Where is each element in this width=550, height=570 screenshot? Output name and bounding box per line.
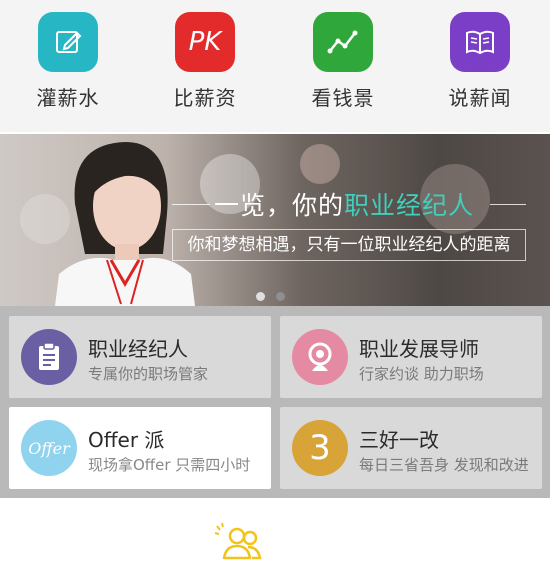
edit-icon	[38, 12, 98, 72]
mentor-icon	[292, 329, 348, 385]
card-subtitle: 现场拿Offer 只需四小时	[88, 456, 251, 474]
nav-label: 说薪闻	[448, 86, 512, 110]
carousel-dot[interactable]	[276, 292, 285, 301]
clipboard-icon	[21, 329, 77, 385]
card-career-mentor[interactable]: 职业发展导师 行家约谈 助力职场	[280, 316, 542, 398]
nav-label: 比薪资	[173, 86, 237, 110]
community-icon[interactable]	[214, 522, 266, 566]
nav-label: 灌薪水	[36, 86, 100, 110]
banner-subline: 你和梦想相遇，只有一位职业经纪人的距离	[172, 229, 526, 261]
offer-icon: Offer	[21, 420, 77, 476]
bottom-bar	[0, 498, 550, 570]
card-title: 三好一改	[359, 428, 439, 452]
person-photo	[55, 142, 195, 306]
card-offer[interactable]: Offer Offer 派 现场拿Offer 只需四小时	[9, 407, 271, 489]
carousel-dot-active[interactable]	[256, 292, 265, 301]
carousel-dots	[256, 286, 296, 305]
nav-item-salary-news[interactable]: 说薪闻	[425, 12, 535, 111]
card-subtitle: 每日三省吾身 发现和改进	[359, 456, 529, 474]
trend-chart-icon	[313, 12, 373, 72]
nav-item-compare-salary[interactable]: PK 比薪资	[150, 12, 260, 111]
card-title: 职业经纪人	[88, 337, 188, 361]
card-three-goods[interactable]: 3 三好一改 每日三省吾身 发现和改进	[280, 407, 542, 489]
card-subtitle: 行家约谈 助力职场	[359, 365, 484, 383]
headline-prefix: 一览，你的	[214, 191, 345, 220]
card-title: 职业发展导师	[359, 337, 479, 361]
card-title: Offer 派	[88, 428, 165, 452]
card-career-agent[interactable]: 职业经纪人 专属你的职场管家	[9, 316, 271, 398]
headline-rule-right	[490, 204, 526, 205]
quick-nav: 灌薪水 PK 比薪资 看钱景 说薪闻	[0, 0, 550, 132]
headline-highlight: 职业经纪人	[344, 191, 475, 220]
pk-icon: PK	[175, 12, 235, 72]
card-subtitle: 专属你的职场管家	[88, 365, 209, 383]
nav-item-salary-report[interactable]: 灌薪水	[13, 12, 123, 111]
banner-headline: 一览，你的职业经纪人	[214, 186, 474, 222]
nav-label: 看钱景	[311, 86, 375, 110]
nav-item-prospects[interactable]: 看钱景	[288, 12, 398, 111]
headline-rule-left	[172, 204, 210, 205]
book-icon	[450, 12, 510, 72]
promo-banner[interactable]: 一览，你的职业经纪人 你和梦想相遇，只有一位职业经纪人的距离	[0, 134, 550, 306]
number-three-icon: 3	[292, 420, 348, 476]
